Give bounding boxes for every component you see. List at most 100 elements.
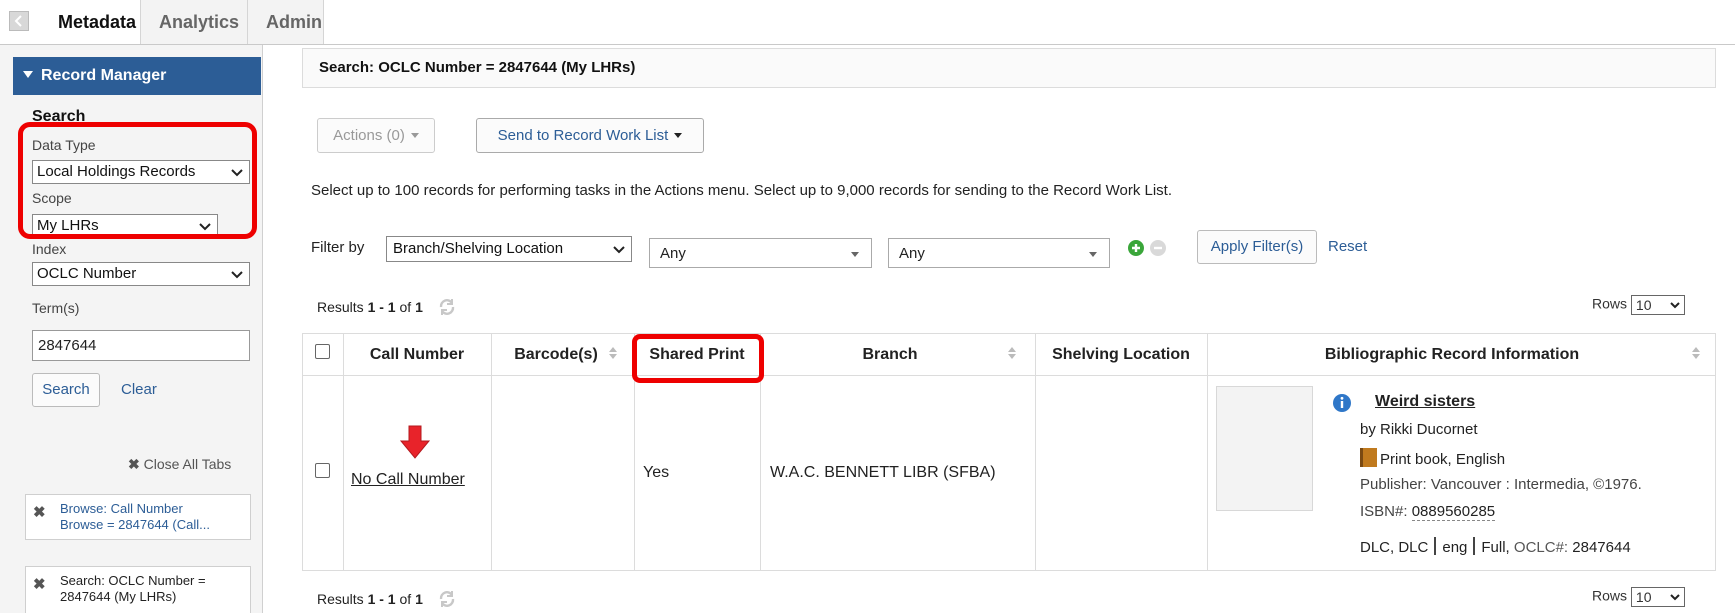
filter-value-2: Any	[899, 245, 925, 262]
close-icon[interactable]: ✖	[33, 503, 46, 521]
close-icon[interactable]: ✖	[33, 575, 46, 593]
apply-filters-button[interactable]: Apply Filter(s)	[1197, 230, 1317, 264]
close-all-tabs-label: Close All Tabs	[143, 456, 232, 472]
rows-per-page: Rows 10	[1592, 295, 1685, 315]
results-prefix: Results	[317, 591, 364, 607]
bib-isbn: ISBN#: 0889560285	[1360, 503, 1496, 521]
isbn-label: ISBN#:	[1360, 503, 1408, 520]
caret-down-icon	[410, 133, 419, 138]
column-header-barcodes[interactable]: Barcode(s)	[491, 333, 621, 376]
isbn-value: 0889560285	[1411, 503, 1496, 521]
caret-down-icon	[23, 71, 33, 78]
row-checkbox[interactable]	[315, 463, 330, 478]
search-button[interactable]: Search	[32, 373, 100, 407]
sort-icon[interactable]	[1007, 346, 1017, 360]
results-prefix: Results	[317, 299, 364, 315]
close-all-tabs-button[interactable]: ✖ Close All Tabs	[128, 456, 231, 473]
cover-thumbnail	[1216, 386, 1313, 511]
rows-per-page-bottom: Rows 10	[1592, 587, 1685, 607]
column-header-call-number[interactable]: Call Number	[343, 333, 491, 376]
tab-metadata[interactable]: Metadata	[40, 0, 141, 44]
history-item[interactable]: ✖ Search: OCLC Number = 2847644 (My LHRs…	[25, 566, 251, 613]
send-to-record-work-list-button[interactable]: Send to Record Work List	[476, 118, 704, 153]
filter-field-select[interactable]: Branch/Shelving Location	[386, 236, 632, 262]
terms-input[interactable]: 2847644	[32, 330, 250, 361]
red-arrow-down-icon	[399, 425, 431, 459]
clear-link[interactable]: Clear	[121, 381, 157, 398]
history-item-line: Browse: Call Number	[60, 501, 183, 516]
terms-label: Term(s)	[32, 300, 80, 316]
column-header-bib-info[interactable]: Bibliographic Record Information	[1207, 333, 1697, 376]
filter-value-select-1[interactable]: Any	[649, 238, 872, 268]
history-item[interactable]: ✖ Browse: Call Number Browse = 2847644 (…	[25, 494, 251, 540]
oclc-value: 2847644	[1572, 539, 1631, 556]
refresh-icon[interactable]	[437, 298, 457, 316]
results-of: of	[399, 299, 412, 315]
select-all-checkbox[interactable]	[315, 344, 330, 359]
book-icon	[1360, 448, 1377, 467]
highlight-box-data-type-scope	[18, 122, 257, 239]
bib-author: by Rikki Ducornet	[1360, 421, 1478, 438]
results-range: 1 - 1	[367, 299, 396, 315]
chevron-down-icon	[613, 246, 625, 254]
separator	[1434, 537, 1437, 555]
chevron-down-icon	[231, 271, 243, 279]
call-number-link[interactable]: No Call Number	[351, 471, 465, 489]
record-manager-title: Record Manager	[41, 67, 167, 84]
results-total: 1	[415, 591, 423, 607]
rows-select[interactable]: 10	[1630, 295, 1685, 315]
bib-language: eng	[1442, 539, 1468, 556]
add-filter-icon[interactable]	[1128, 240, 1144, 256]
results-range: 1 - 1	[367, 591, 396, 607]
separator	[1473, 537, 1476, 555]
reset-link[interactable]: Reset	[1328, 238, 1367, 255]
actions-button-label: Actions (0)	[333, 127, 405, 144]
record-manager-header[interactable]: Record Manager	[13, 57, 261, 95]
tab-admin[interactable]: Admin	[248, 0, 324, 44]
filter-field-value: Branch/Shelving Location	[393, 240, 564, 257]
top-nav-bar: Metadata Analytics Admin	[0, 0, 1735, 45]
actions-button[interactable]: Actions (0)	[317, 118, 435, 153]
rows-label: Rows	[1592, 295, 1628, 312]
bib-format-text: Print book, English	[1380, 451, 1506, 468]
results-of: of	[399, 591, 412, 607]
sort-icon[interactable]	[608, 346, 618, 360]
instruction-text: Select up to 100 records for performing …	[311, 182, 1173, 199]
chevron-down-icon	[1670, 594, 1680, 601]
chevron-down-icon	[1670, 302, 1680, 309]
rows-select[interactable]: 10	[1630, 587, 1685, 607]
history-item-line: 2847644 (My LHRs)	[60, 589, 177, 604]
index-label: Index	[32, 241, 67, 257]
column-header-branch[interactable]: Branch	[760, 333, 1020, 376]
rows-label: Rows	[1592, 587, 1628, 604]
rows-value: 10	[1635, 589, 1652, 605]
column-header-shelving-location[interactable]: Shelving Location	[1035, 333, 1207, 376]
bib-level: Full,	[1481, 539, 1510, 556]
collapse-sidebar-button[interactable]	[9, 11, 29, 31]
send-button-label: Send to Record Work List	[497, 127, 669, 144]
sort-icon[interactable]	[1691, 346, 1701, 360]
caret-down-icon	[674, 133, 683, 138]
caret-down-icon	[1089, 252, 1097, 257]
refresh-icon[interactable]	[437, 590, 457, 608]
history-item-line: Browse = 2847644 (Call...	[60, 517, 210, 532]
search-results-header: Search: OCLC Number = 2847644 (My LHRs)	[302, 48, 1716, 88]
filter-value-select-2[interactable]: Any	[888, 238, 1110, 268]
index-value: OCLC Number	[37, 265, 137, 282]
rows-value: 10	[1635, 297, 1652, 313]
results-total: 1	[415, 299, 423, 315]
results-summary-bottom: Results 1 - 1 of 1	[317, 590, 457, 608]
bib-source: DLC, DLC	[1360, 539, 1429, 556]
filter-value-1: Any	[660, 245, 686, 262]
remove-filter-icon[interactable]	[1150, 240, 1166, 256]
shared-print-cell: Yes	[643, 464, 670, 481]
bib-publisher: Publisher: Vancouver : Intermedia, ©1976…	[1360, 476, 1642, 493]
index-select[interactable]: OCLC Number	[32, 262, 250, 286]
bib-title-link[interactable]: Weird sisters	[1375, 393, 1475, 411]
results-summary: Results 1 - 1 of 1	[317, 298, 457, 316]
tab-analytics[interactable]: Analytics	[141, 0, 248, 44]
filter-by-label: Filter by	[311, 239, 365, 256]
info-icon[interactable]	[1332, 393, 1352, 413]
chevron-left-icon	[14, 15, 22, 27]
bib-format: Print book, English	[1360, 448, 1505, 468]
